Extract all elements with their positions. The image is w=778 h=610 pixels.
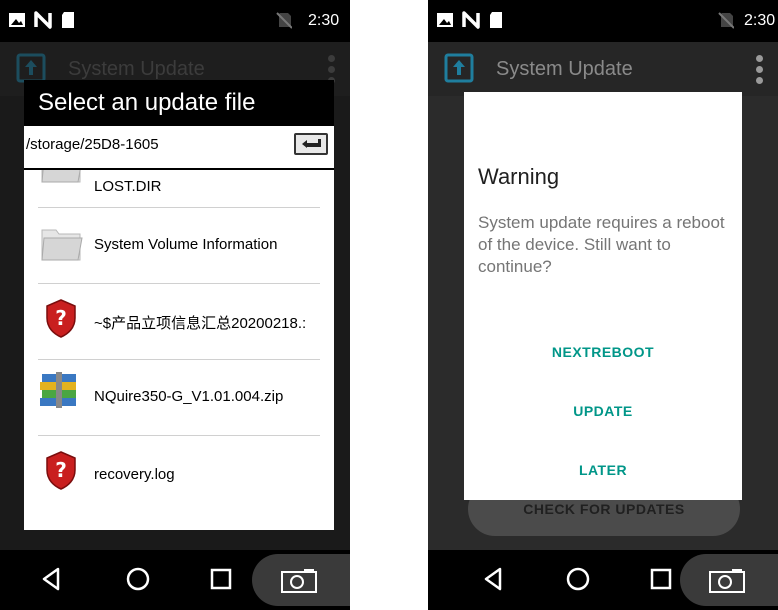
app-title: System Update	[496, 58, 633, 80]
update-button[interactable]: UPDATE	[464, 403, 742, 419]
app-title: System Update	[68, 58, 205, 80]
folder-icon	[41, 170, 81, 183]
file-name: NQuire350-G_V1.01.004.zip	[94, 388, 284, 405]
archive-icon	[40, 372, 76, 408]
file-name: System Volume Information	[94, 236, 278, 253]
status-bar: 2:30	[428, 0, 778, 42]
recents-icon[interactable]	[208, 565, 234, 593]
status-bar: 2:30	[0, 0, 350, 42]
back-arrow-icon[interactable]	[294, 133, 328, 155]
no-sim-icon	[276, 12, 292, 29]
nfc-icon	[34, 11, 52, 29]
system-update-icon	[444, 53, 474, 83]
file-name: recovery.log	[94, 466, 175, 483]
back-icon[interactable]	[480, 565, 506, 593]
image-icon	[437, 13, 453, 27]
file-item-shield-file[interactable]: ? ~$产品立项信息汇总20200218.:	[24, 284, 334, 360]
phone-left: 2:30 System Update Select an update file…	[0, 0, 350, 610]
recents-icon[interactable]	[648, 565, 674, 593]
camera-button[interactable]	[252, 554, 350, 606]
warning-dialog: Warning System update requires a reboot …	[464, 92, 742, 500]
system-update-icon	[16, 53, 46, 83]
file-list: LOST.DIR System Volume Information ? ~$产…	[24, 170, 334, 530]
shield-icon: ?	[46, 451, 76, 490]
back-icon[interactable]	[38, 565, 64, 593]
file-item-system-volume[interactable]: System Volume Information	[24, 208, 334, 284]
picker-title: Select an update file	[24, 80, 334, 126]
camera-icon	[281, 569, 317, 593]
no-sim-icon	[718, 12, 734, 29]
file-name: ~$产品立项信息汇总20200218.:	[94, 315, 307, 332]
nfc-icon	[462, 11, 480, 29]
path-row: /storage/25D8-1605	[24, 126, 334, 170]
camera-button[interactable]	[680, 554, 778, 606]
phone-right: 2:30 System Update CHECK FOR UPDATES War…	[428, 0, 778, 610]
file-picker-dialog: Select an update file /storage/25D8-1605…	[24, 80, 334, 530]
sd-card-icon	[62, 12, 74, 28]
file-item-recovery-log[interactable]: ? recovery.log	[24, 436, 334, 512]
app-bar: System Update	[428, 42, 778, 96]
image-icon	[9, 13, 25, 27]
status-time: 2:30	[744, 12, 776, 29]
home-icon[interactable]	[124, 565, 152, 593]
shield-icon: ?	[46, 299, 76, 338]
file-item-zip[interactable]: NQuire350-G_V1.01.004.zip	[24, 360, 334, 436]
sd-card-icon	[490, 12, 502, 28]
folder-icon	[41, 229, 83, 261]
file-name: LOST.DIR	[94, 178, 162, 195]
svg-text:?: ?	[55, 458, 67, 482]
dialog-title: Warning	[478, 164, 560, 189]
overflow-menu-icon[interactable]	[756, 55, 764, 85]
dialog-message: System update requires a reboot of the d…	[478, 213, 725, 276]
file-item-lost-dir[interactable]: LOST.DIR	[24, 170, 334, 208]
svg-text:?: ?	[55, 306, 67, 330]
camera-icon	[709, 569, 745, 593]
status-time: 2:30	[308, 12, 340, 29]
nextreboot-button[interactable]: NEXTREBOOT	[464, 344, 742, 360]
current-path: /storage/25D8-1605	[26, 136, 159, 153]
later-button[interactable]: LATER	[464, 462, 742, 478]
home-icon[interactable]	[564, 565, 592, 593]
